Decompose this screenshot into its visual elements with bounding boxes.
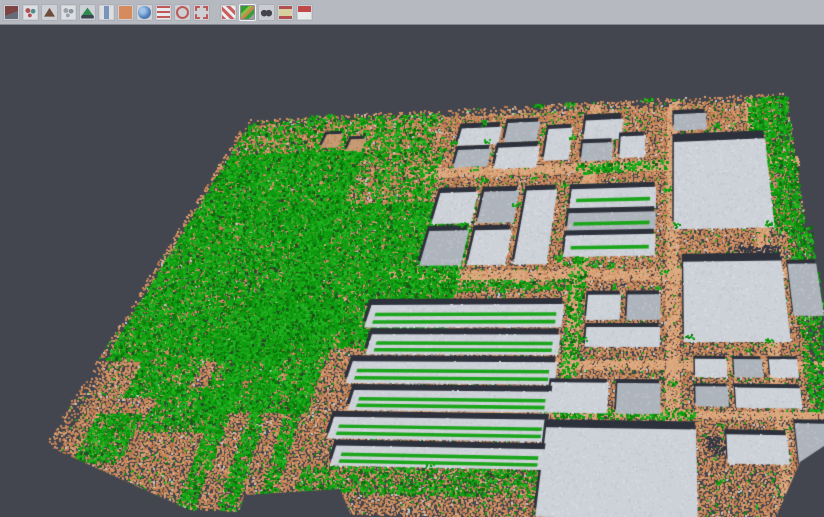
measure-tool-icon-glyph [279,6,292,19]
clear-selection-icon[interactable] [220,4,237,21]
terrain-model-icon-glyph [43,6,56,19]
3d-viewport[interactable] [0,26,824,517]
point-cloud-icon-glyph [62,6,75,19]
dataset-icon[interactable] [3,4,20,21]
rectangle-selection-icon[interactable] [193,4,210,21]
flag-tool-icon-glyph [298,6,311,19]
profile-view-icon[interactable] [98,4,115,21]
profile-view-icon-glyph [100,6,113,19]
camera-icon-glyph [260,6,273,19]
toolbar [0,0,824,25]
dataset-icon-glyph [5,6,18,19]
classification-palette-icon-glyph [241,6,254,19]
clear-selection-icon-glyph [222,6,235,19]
classification-palette-icon[interactable] [239,4,256,21]
rectangle-selection-icon-glyph [195,6,208,19]
classify-points-icon-glyph [24,6,37,19]
circle-selection-icon[interactable] [174,4,191,21]
orthophoto-icon-glyph [119,6,132,19]
cross-sections-icon-glyph [157,6,170,19]
measure-tool-icon[interactable] [277,4,294,21]
cross-sections-icon[interactable] [155,4,172,21]
point-cloud-canvas[interactable] [0,26,824,517]
flag-tool-icon[interactable] [296,4,313,21]
globe-view-icon-glyph [138,6,151,19]
surface-icon-glyph [81,6,94,19]
terrain-model-icon[interactable] [41,4,58,21]
globe-view-icon[interactable] [136,4,153,21]
classify-points-icon[interactable] [22,4,39,21]
point-cloud-icon[interactable] [60,4,77,21]
orthophoto-icon[interactable] [117,4,134,21]
camera-icon[interactable] [258,4,275,21]
surface-icon[interactable] [79,4,96,21]
circle-selection-icon-glyph [176,6,189,19]
application-window [0,0,824,517]
